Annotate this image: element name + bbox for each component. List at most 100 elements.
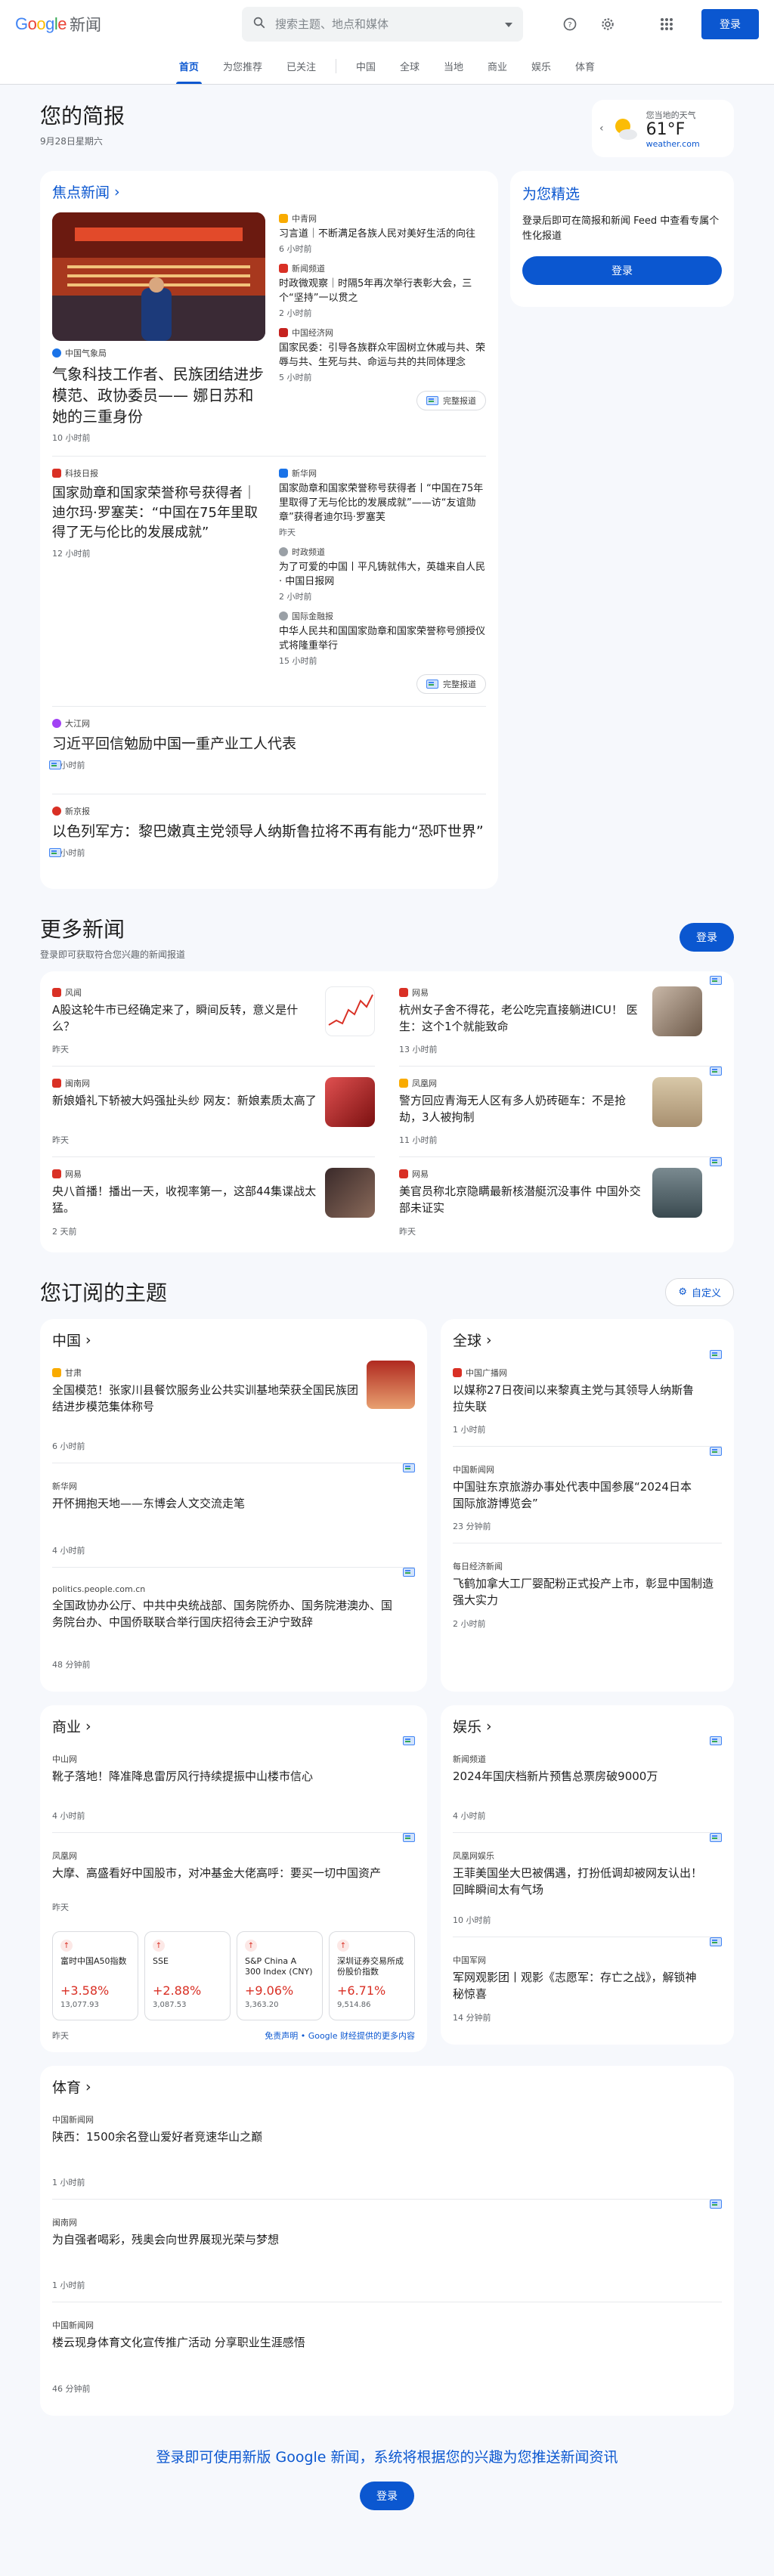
headline[interactable]: 为自强者喝彩，残奥会向世界展现光荣与梦想 bbox=[52, 2231, 702, 2248]
google-news-logo[interactable]: Google 新闻 bbox=[15, 13, 242, 36]
headline[interactable]: 警方回应青海无人区有多人奶砖砸车：不是抢劫，3人被拘制 bbox=[399, 1092, 645, 1125]
full-coverage-icon[interactable] bbox=[403, 1463, 415, 1472]
news-item[interactable]: 闽南网 为自强者喝彩，残奥会向世界展现光荣与梦想 1 小时前 bbox=[52, 2200, 722, 2302]
news-item[interactable]: 网易 美官员称北京隐瞒最新核潜艇沉没事件 中国外交部未证实 昨天 bbox=[399, 1157, 722, 1248]
news-thumbnail[interactable] bbox=[652, 1168, 702, 1218]
headline[interactable]: 大摩、高盛看好中国股市，对冲基金大佬高呼：要买一切中国资产 bbox=[52, 1865, 395, 1881]
news-item[interactable]: 中国新闻网 陕西：1500余名登山爱好者竞速华山之巅 1 小时前 bbox=[52, 2097, 722, 2200]
headline[interactable]: 时政微观察｜时隔5年再次举行表彰大会，三个“坚持”一以贯之 bbox=[279, 277, 486, 305]
news-item[interactable]: 新华网 开怀拥抱天地——东博会人文交流走笔 4 小时前 bbox=[52, 1463, 415, 1568]
news-item[interactable]: 网易 杭州女子舍不得花，老公吃完直接躺进ICU！ 医生：这个1个就能致命 13 … bbox=[399, 976, 722, 1067]
news-item[interactable]: 新闻频道 2024年国庆档新片预售总票房破9000万 4 小时前 bbox=[453, 1736, 722, 1833]
headline[interactable]: 美官员称北京隐瞒最新核潜艇沉没事件 中国外交部未证实 bbox=[399, 1183, 645, 1216]
full-coverage-icon[interactable] bbox=[710, 2200, 722, 2209]
news-item[interactable]: 中国新闻网 楼云现身体育文化宣传推广活动 分享职业生涯感悟 46 分钟前 bbox=[52, 2302, 722, 2405]
headline[interactable]: 国家勋章和国家荣誉称号获得者丨“中国在75年里取得了无与伦比的发展成就”——访“… bbox=[279, 481, 486, 525]
news-item[interactable]: 中国广播网 以媒称27日夜间以来黎真主党与其领导人纳斯鲁拉失联 1 小时前 bbox=[453, 1350, 722, 1447]
full-coverage-icon[interactable] bbox=[710, 1067, 722, 1076]
headline[interactable]: 新娘婚礼下轿被大妈强扯头纱 网友：新娘素质太高了 bbox=[52, 1092, 317, 1109]
cluster-main-story[interactable]: 科技日报 国家勋章和国家荣誉称号获得者｜迪尔玛·罗塞芙：“中国在75年里取得了无… bbox=[52, 467, 267, 694]
search-input[interactable] bbox=[275, 17, 496, 31]
news-item[interactable]: 甘肃 全国模范！张家川县餐饮服务业公共实训基地荣获全国民族团结进步模范集体称号 … bbox=[52, 1350, 415, 1463]
news-thumbnail[interactable] bbox=[367, 1361, 415, 1409]
customize-button[interactable]: ⚙ 自定义 bbox=[665, 1277, 734, 1306]
headline[interactable]: 军网观影团丨观影《志愿军：存亡之战》，解锁神秘惊喜 bbox=[453, 1969, 702, 2002]
single-story[interactable]: 新京报 以色列军方：黎巴嫩真主党领导人纳斯鲁拉将不再有能力“恐吓世界” 4 小时… bbox=[49, 794, 486, 881]
full-coverage-icon[interactable] bbox=[710, 1350, 722, 1359]
tab-business[interactable]: 商业 bbox=[475, 48, 519, 84]
tab-following[interactable]: 已关注 bbox=[274, 48, 328, 84]
footer-signin-button[interactable]: 登录 bbox=[360, 2482, 414, 2510]
news-item[interactable]: 凤凰网 警方回应青海无人区有多人奶砖砸车：不是抢劫，3人被拘制 11 小时前 bbox=[399, 1067, 722, 1157]
headline[interactable]: 央八首播！播出一天，收视率第一，这部44集谍战太猛。 bbox=[52, 1183, 317, 1216]
stock-card[interactable]: ↑ 深圳证券交易所成份股价指数 +6.71% 9,514.86 bbox=[329, 1931, 415, 2020]
headline[interactable]: 国家勋章和国家荣誉称号获得者｜迪尔玛·罗塞芙：“中国在75年里取得了无与伦比的发… bbox=[52, 484, 267, 543]
news-item[interactable]: 风闻 A股这轮牛市已经确定来了，瞬间反转，意义是什么？ 昨天 bbox=[52, 976, 375, 1067]
top-stories-link[interactable]: 焦点新闻 › bbox=[52, 181, 120, 202]
headline[interactable]: 以色列军方：黎巴嫩真主党领导人纳斯鲁拉将不再有能力“恐吓世界” bbox=[52, 822, 486, 842]
story-image[interactable] bbox=[52, 212, 265, 341]
full-coverage-icon[interactable] bbox=[49, 848, 61, 857]
stock-card[interactable]: ↑ SSE +2.88% 3,087.53 bbox=[144, 1931, 231, 2020]
headline[interactable]: 飞鹤加拿大工厂婴配粉正式投产上市，彰显中国制造强大实力 bbox=[453, 1575, 722, 1608]
full-coverage-icon[interactable] bbox=[403, 1568, 415, 1577]
headline[interactable]: 杭州女子舍不得花，老公吃完直接躺进ICU！ 医生：这个1个就能致命 bbox=[399, 1002, 645, 1035]
cluster-main-story[interactable]: 中国气象局 气象科技工作者、民族团结进步模范、政协委员—— 娜日苏和她的三重身份… bbox=[52, 212, 267, 444]
full-coverage-icon[interactable] bbox=[710, 1937, 722, 1946]
headline[interactable]: 中华人民共和国国家勋章和国家荣誉称号颁授仪式将隆重举行 bbox=[279, 624, 486, 653]
topic-title-link[interactable]: 全球 › bbox=[453, 1330, 722, 1350]
headline[interactable]: 陕西：1500余名登山爱好者竞速华山之巅 bbox=[52, 2129, 722, 2145]
related-story[interactable]: 中国经济网 国家民委：引导各族群众牢固树立休戚与共、荣辱与共、生死与共、命运与共… bbox=[279, 327, 486, 383]
search-icon[interactable] bbox=[252, 16, 266, 33]
headline[interactable]: 全国模范！张家川县餐饮服务业公共实训基地荣获全国民族团结进步模范集体称号 bbox=[52, 1382, 359, 1415]
headline[interactable]: 靴子落地！降准降息雷厉风行持续提振中山楼市信心 bbox=[52, 1768, 395, 1785]
news-thumbnail[interactable] bbox=[652, 986, 702, 1036]
headline[interactable]: 为了可爱的中国丨平凡铸就伟大，英雄来自人民 · 中国日报网 bbox=[279, 560, 486, 589]
headline[interactable]: 开怀拥抱天地——东博会人文交流走笔 bbox=[52, 1495, 395, 1512]
related-story[interactable]: 时政频道 为了可爱的中国丨平凡铸就伟大，英雄来自人民 · 中国日报网 2 小时前 bbox=[279, 546, 486, 602]
stock-card[interactable]: ↑ 富时中国A50指数 +3.58% 13,077.93 bbox=[52, 1931, 138, 2020]
news-item[interactable]: 凤凰网 大摩、高盛看好中国股市，对冲基金大佬高呼：要买一切中国资产 昨天 bbox=[52, 1833, 415, 1924]
full-coverage-icon[interactable] bbox=[710, 1736, 722, 1745]
headline[interactable]: 习近平回信勉励中国一重产业工人代表 bbox=[52, 734, 486, 754]
news-item[interactable]: 每日经济新闻 飞鹤加拿大工厂婴配粉正式投产上市，彰显中国制造强大实力 2 小时前 bbox=[453, 1543, 722, 1640]
search-box[interactable] bbox=[242, 7, 523, 42]
news-item[interactable]: 闽南网 新娘婚礼下轿被大妈强扯头纱 网友：新娘素质太高了 昨天 bbox=[52, 1067, 375, 1157]
news-item[interactable]: 中山网 靴子落地！降准降息雷厉风行持续提振中山楼市信心 4 小时前 bbox=[52, 1736, 415, 1833]
tab-china[interactable]: 中国 bbox=[344, 48, 388, 84]
news-item[interactable]: 凤凰网娱乐 王菲美国坐大巴被偶遇，打扮低调却被网友认出！ 回眸瞬间太有气场 10… bbox=[453, 1833, 722, 1937]
headline[interactable]: 气象科技工作者、民族团结进步模范、政协委员—— 娜日苏和她的三重身份 bbox=[52, 364, 267, 427]
more-news-signin-button[interactable]: 登录 bbox=[680, 922, 734, 952]
topic-title-link[interactable]: 体育 › bbox=[52, 2076, 722, 2097]
chevron-left-icon[interactable]: ‹ bbox=[599, 122, 604, 135]
signin-button[interactable]: 登录 bbox=[701, 9, 759, 39]
related-story[interactable]: 国际金融报 中华人民共和国国家勋章和国家荣誉称号颁授仪式将隆重举行 15 小时前 bbox=[279, 610, 486, 667]
full-coverage-icon[interactable] bbox=[710, 976, 722, 985]
apps-grid-icon[interactable] bbox=[655, 12, 679, 36]
help-icon[interactable]: ? bbox=[558, 12, 582, 36]
news-item[interactable]: 网易 央八首播！播出一天，收视率第一，这部44集谍战太猛。 2 天前 bbox=[52, 1157, 375, 1248]
headline[interactable]: A股这轮牛市已经确定来了，瞬间反转，意义是什么？ bbox=[52, 1002, 317, 1035]
full-coverage-icon[interactable] bbox=[710, 1833, 722, 1842]
full-coverage-icon[interactable] bbox=[403, 1833, 415, 1842]
search-dropdown-icon[interactable] bbox=[505, 19, 512, 30]
full-coverage-icon[interactable] bbox=[710, 1447, 722, 1456]
full-coverage-button[interactable]: 完整报道 bbox=[416, 674, 486, 694]
full-coverage-icon[interactable] bbox=[403, 1736, 415, 1745]
news-thumbnail[interactable] bbox=[652, 1077, 702, 1127]
headline[interactable]: 全国政协办公厅、中共中央统战部、国务院侨办、国务院港澳办、国务院台办、中国侨联联… bbox=[52, 1597, 395, 1630]
news-item[interactable]: politics.people.com.cn 全国政协办公厅、中共中央统战部、国… bbox=[52, 1568, 415, 1681]
headline[interactable]: 以媒称27日夜间以来黎真主党与其领导人纳斯鲁拉失联 bbox=[453, 1382, 702, 1415]
full-coverage-button[interactable]: 完整报道 bbox=[416, 391, 486, 410]
tab-sports[interactable]: 体育 bbox=[563, 48, 607, 84]
tab-entertainment[interactable]: 娱乐 bbox=[519, 48, 563, 84]
headline[interactable]: 王菲美国坐大巴被偶遇，打扮低调却被网友认出！ 回眸瞬间太有气场 bbox=[453, 1865, 702, 1898]
full-coverage-icon[interactable] bbox=[49, 760, 61, 769]
news-item[interactable]: 中国新闻网 中国驻东京旅游办事处代表中国参展“2024日本国际旅游博览会” 23… bbox=[453, 1447, 722, 1543]
topic-title-link[interactable]: 商业 › bbox=[52, 1716, 415, 1736]
picks-signin-button[interactable]: 登录 bbox=[522, 256, 722, 285]
stock-card[interactable]: ↑ S&P China A 300 Index (CNY) +9.06% 3,3… bbox=[237, 1931, 323, 2020]
news-thumbnail[interactable] bbox=[325, 986, 375, 1036]
headline[interactable]: 习言道｜不断满足各族人民对美好生活的向往 bbox=[279, 227, 486, 241]
news-thumbnail[interactable] bbox=[325, 1077, 375, 1127]
